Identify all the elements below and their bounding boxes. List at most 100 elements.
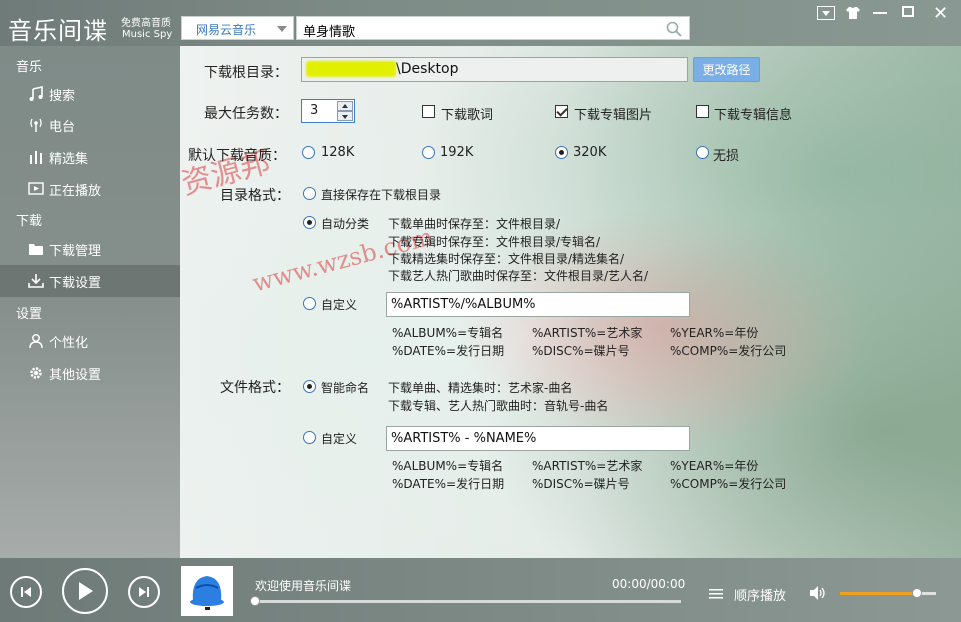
file-var: %ALBUM%=专辑名: [392, 459, 504, 473]
sidebar-item-other-settings[interactable]: 其他设置: [0, 357, 180, 389]
dir-var: %COMP%=发行公司: [670, 344, 787, 358]
file-custom-radio[interactable]: [303, 431, 316, 444]
play-button[interactable]: [62, 568, 108, 614]
stepper-down-icon[interactable]: [337, 111, 353, 121]
sidebar-section-settings: 设置: [16, 307, 43, 322]
file-var: %DISC%=碟片号: [532, 477, 630, 491]
app-logo-subtitle-en: Music Spy: [122, 29, 173, 40]
download-album-info-label: 下载专辑信息: [714, 108, 793, 123]
minimize-icon[interactable]: [873, 12, 887, 14]
download-album-info-checkbox[interactable]: [696, 105, 709, 118]
search-icon[interactable]: [665, 20, 683, 38]
progress-knob[interactable]: [250, 596, 260, 606]
file-var: %COMP%=发行公司: [670, 477, 787, 491]
playlist-icon[interactable]: [709, 588, 723, 600]
sidebar-item-radio[interactable]: 电台: [0, 109, 180, 141]
dir-direct-radio[interactable]: [303, 187, 316, 200]
file-format-label: 文件格式：: [220, 380, 290, 396]
previous-button[interactable]: [10, 576, 42, 608]
quality-label: 默认下载音质：: [188, 148, 286, 164]
file-custom-label: 自定义: [321, 432, 358, 446]
menu-dropdown-button[interactable]: [817, 6, 835, 20]
sidebar-item-label: 个性化: [49, 335, 89, 351]
dir-var: %ARTIST%=艺术家: [532, 326, 643, 340]
change-path-button[interactable]: 更改路径: [693, 57, 760, 82]
root-dir-field: \Desktop: [301, 57, 688, 82]
file-smart-label: 智能命名: [321, 381, 370, 395]
quality-lossless-radio[interactable]: [696, 146, 709, 159]
close-icon[interactable]: ✕: [933, 3, 948, 24]
play-icon: [79, 582, 93, 600]
quality-128k-label: 128K: [321, 145, 355, 160]
dir-custom-input[interactable]: %ARTIST%/%ALBUM%: [386, 292, 690, 317]
dir-var: %DATE%=发行日期: [392, 344, 505, 358]
max-tasks-stepper[interactable]: 3: [301, 99, 355, 123]
progress-track[interactable]: [252, 600, 681, 603]
root-dir-value: \Desktop: [396, 61, 459, 77]
sidebar-item-personalize[interactable]: 个性化: [0, 325, 180, 357]
sidebar-section-download: 下载: [16, 214, 43, 229]
dir-auto-rule: 下载专辑时保存至：文件根目录/专辑名/: [388, 235, 601, 249]
quality-128k-radio[interactable]: [302, 146, 315, 159]
next-button[interactable]: [128, 576, 160, 608]
title-bar: 音乐间谍 免费高音质 Music Spy 网易云音乐 单身情歌 ✕: [0, 0, 961, 46]
sidebar-item-download-manager[interactable]: 下载管理: [0, 233, 180, 265]
radio-icon: [30, 118, 42, 132]
quality-320k-label: 320K: [573, 145, 607, 160]
dir-custom-label: 自定义: [321, 298, 358, 312]
volume-icon[interactable]: [809, 585, 827, 601]
dir-auto-rule: 下载艺人热门歌曲时保存至：文件根目录/艺人名/: [388, 269, 649, 283]
music-source-select[interactable]: 网易云音乐: [181, 16, 294, 40]
dir-var: %DISC%=碟片号: [532, 344, 630, 358]
file-var: %ARTIST%=艺术家: [532, 459, 643, 473]
max-tasks-label: 最大任务数：: [204, 106, 288, 122]
search-input-value: 单身情歌: [303, 25, 356, 40]
sidebar-item-search[interactable]: 搜索: [0, 78, 180, 110]
volume-fill: [840, 592, 917, 595]
redacted-username: [306, 61, 396, 77]
sidebar-item-label: 搜索: [49, 88, 76, 104]
music-source-value: 网易云音乐: [196, 23, 257, 37]
quality-320k-radio[interactable]: [555, 146, 568, 159]
file-custom-input[interactable]: %ARTIST% - %NAME%: [386, 426, 690, 451]
chevron-down-icon: [822, 10, 830, 16]
quality-192k-radio[interactable]: [422, 146, 435, 159]
skin-shirt-icon[interactable]: [845, 6, 861, 20]
dir-auto-rule: 下载单曲时保存至：文件根目录/: [388, 217, 561, 231]
max-tasks-value: 3: [310, 103, 319, 118]
maximize-icon[interactable]: [902, 6, 914, 17]
root-dir-label: 下载根目录：: [204, 65, 288, 81]
dir-custom-radio[interactable]: [303, 297, 316, 310]
app-logo-subtitle-cn: 免费高音质: [121, 18, 171, 29]
album-art[interactable]: [181, 566, 233, 616]
dir-auto-radio[interactable]: [303, 216, 316, 229]
play-mode[interactable]: 顺序播放: [734, 585, 786, 604]
dir-auto-label: 自动分类: [321, 217, 370, 231]
stepper-up-icon[interactable]: [337, 101, 353, 111]
download-album-art-checkbox[interactable]: [555, 105, 568, 118]
chevron-down-icon: [277, 26, 287, 32]
sidebar-item-label: 下载管理: [49, 243, 102, 259]
quality-lossless-label: 无损: [713, 149, 740, 164]
next-icon: [139, 587, 149, 597]
file-smart-rule: 下载专辑、艺人热门歌曲时：音轨号-曲名: [388, 399, 609, 413]
sidebar-item-now-playing[interactable]: 正在播放: [0, 173, 180, 205]
sidebar-item-playlists[interactable]: 精选集: [0, 141, 180, 173]
folder-icon: [29, 244, 43, 255]
dir-var: %YEAR%=年份: [670, 326, 759, 340]
volume-knob[interactable]: [911, 588, 922, 598]
download-lyrics-checkbox[interactable]: [422, 105, 435, 118]
app-logo-title: 音乐间谍: [8, 17, 108, 45]
sidebar-item-label: 正在播放: [49, 183, 102, 199]
bars-icon: [30, 151, 42, 164]
file-smart-radio[interactable]: [303, 380, 316, 393]
download-icon: [28, 274, 44, 288]
download-settings-panel: 资源邦 www.wzsb.com 下载根目录： \Desktop 更改路径 最大…: [178, 46, 961, 558]
sidebar-item-download-settings[interactable]: 下载设置: [0, 265, 180, 297]
sidebar-item-label: 其他设置: [49, 367, 102, 383]
search-input[interactable]: 单身情歌: [296, 16, 690, 40]
gear-icon: [30, 367, 42, 379]
dir-format-label: 目录格式：: [220, 188, 290, 204]
sidebar-section-music: 音乐: [16, 60, 43, 75]
file-var: %DATE%=发行日期: [392, 477, 505, 491]
